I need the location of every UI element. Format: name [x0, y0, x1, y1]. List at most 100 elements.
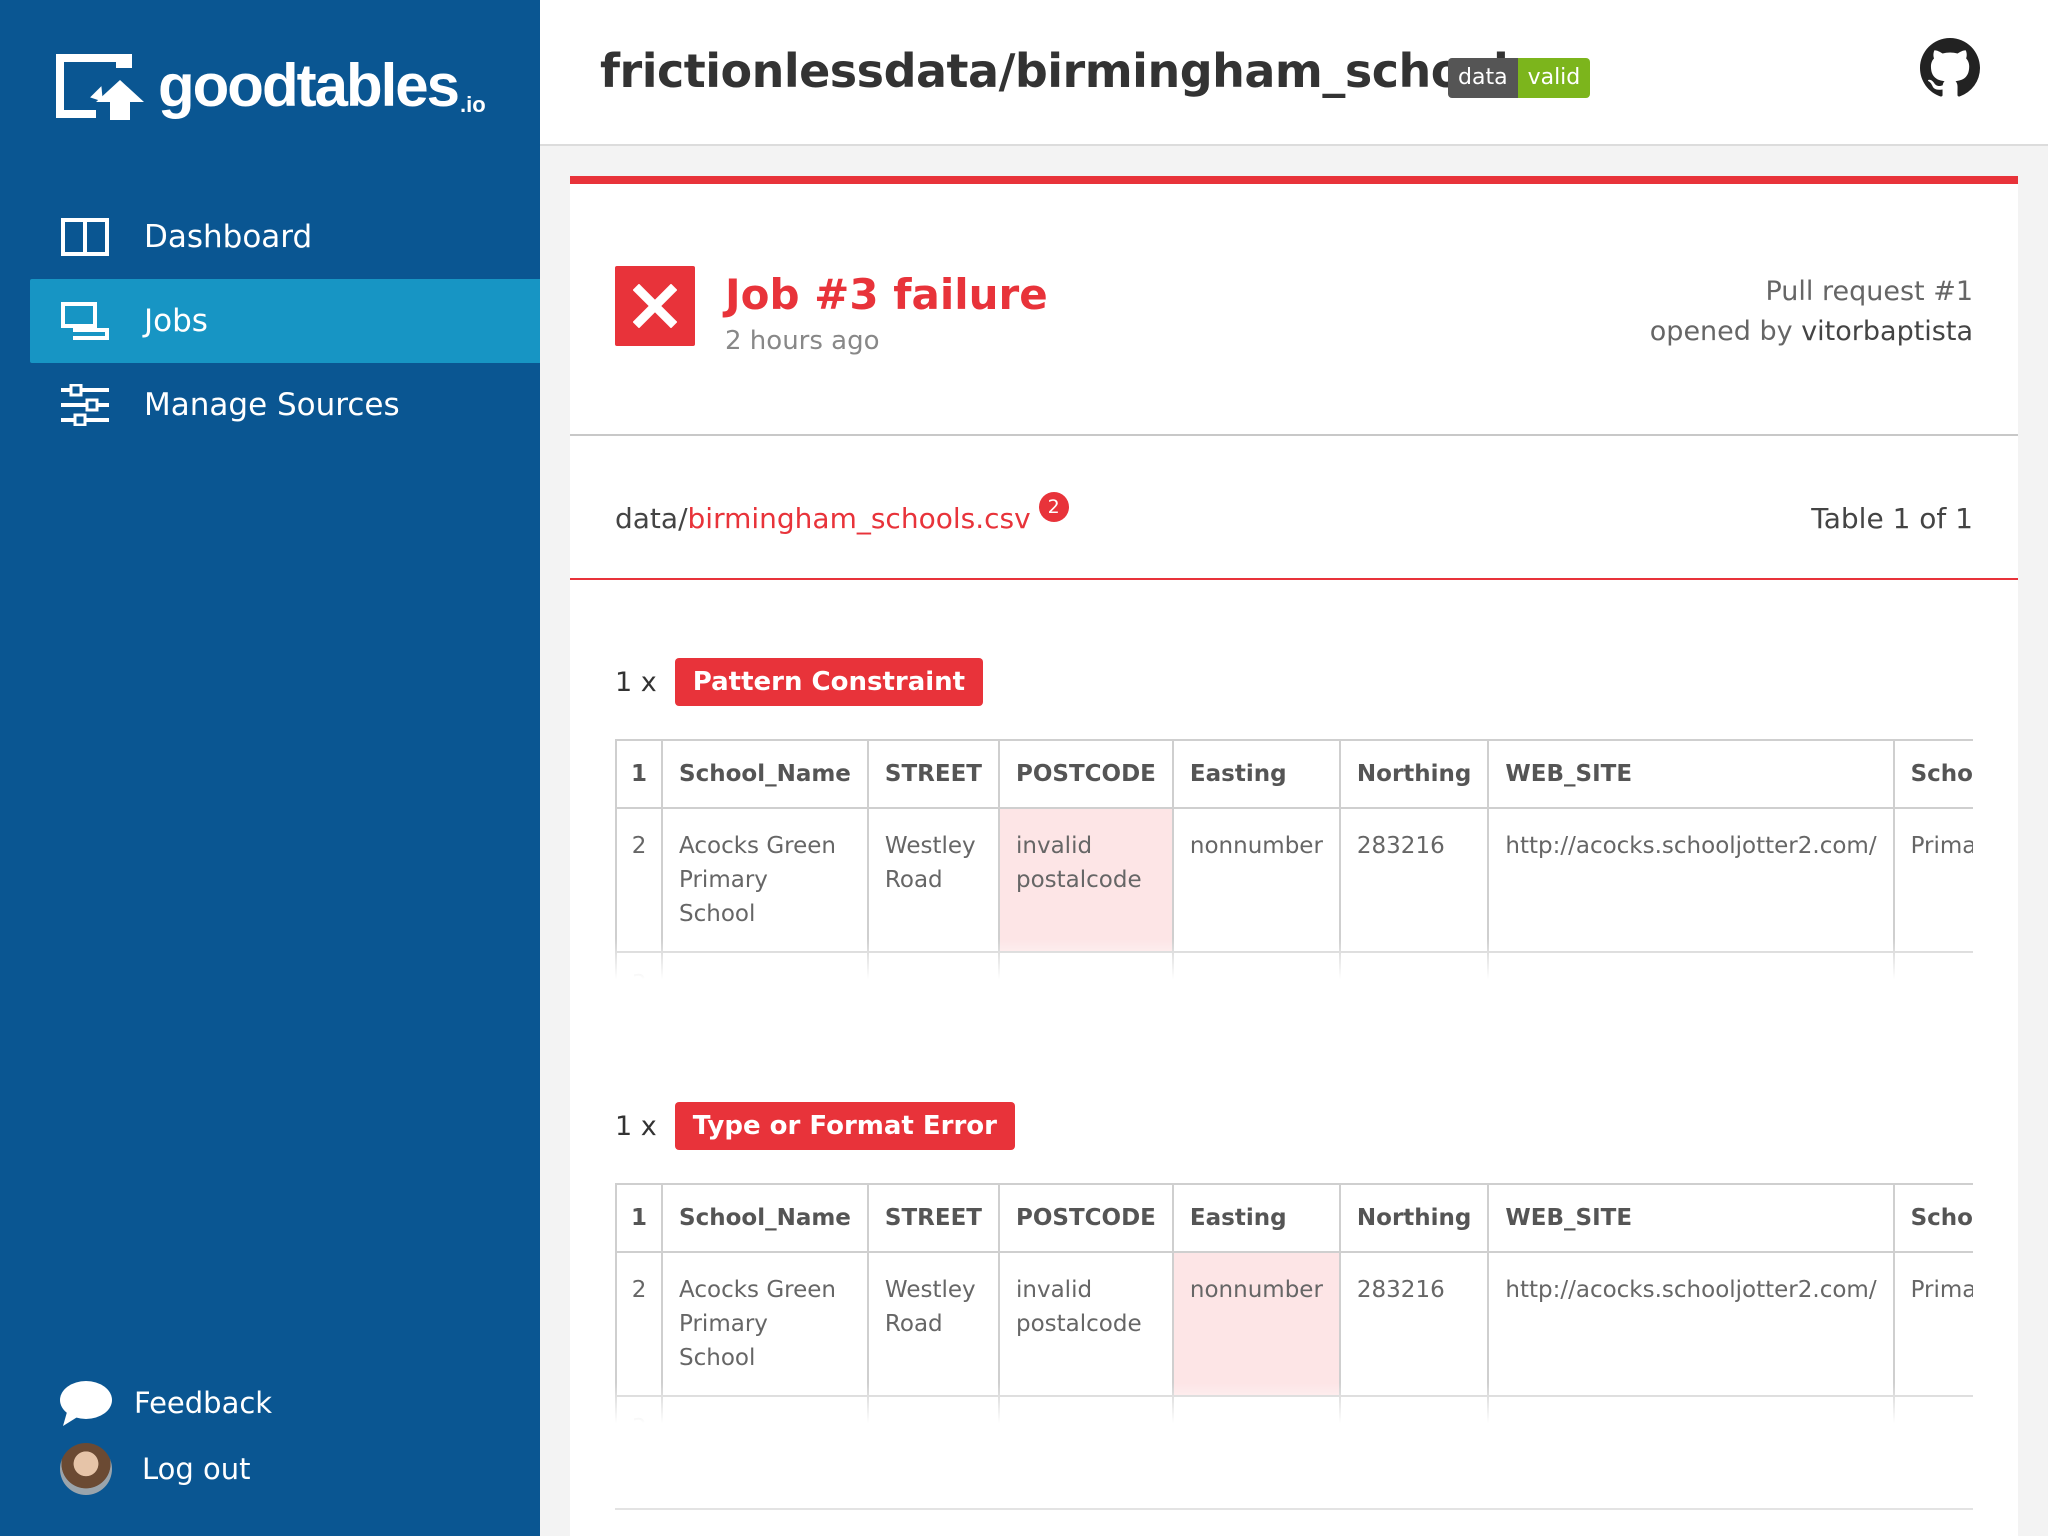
pull-request-link[interactable]: Pull request #1	[1765, 276, 1973, 307]
github-icon[interactable]	[1920, 38, 1980, 98]
table-cell: Westley Road	[866, 807, 1001, 953]
table-cell: Primary	[1892, 807, 1973, 953]
error-group-pattern-constraint: 1 x Pattern Constraint 1 School_Name STR…	[615, 657, 1973, 979]
job-time: 2 hours ago	[725, 326, 880, 356]
badge-left: data	[1448, 58, 1518, 98]
error-cell: nonnumber	[1171, 1251, 1341, 1397]
table-cell: 283216	[1338, 1251, 1490, 1397]
table-row: 2 Acocks Green Primary School Westley Ro…	[615, 1251, 1973, 1397]
failure-status	[615, 266, 695, 346]
feedback-label: Feedback	[134, 1386, 273, 1420]
table-cell	[998, 951, 1174, 979]
table-cell	[866, 1395, 1001, 1423]
divider	[570, 434, 2018, 436]
table-cell	[661, 1395, 869, 1423]
jobs-icon	[60, 301, 110, 341]
row-number: 3	[615, 951, 664, 979]
sidebar-item-label: Jobs	[144, 303, 208, 339]
table-row: 3	[615, 951, 1973, 979]
row-number-header: 1	[615, 1183, 664, 1253]
row-number: 3	[615, 1395, 664, 1423]
feedback-link[interactable]: Feedback	[58, 1370, 272, 1436]
table-cell: nonnumber	[1171, 807, 1341, 953]
divider	[615, 1508, 1973, 1510]
table-cell: Acocks Green Primary School	[661, 807, 869, 953]
table-cell	[1892, 951, 1973, 979]
divider	[570, 578, 2018, 580]
sidebar-item-jobs[interactable]: Jobs	[30, 279, 540, 363]
column-header: Northing	[1338, 1183, 1490, 1253]
sidebar-item-label: Dashboard	[144, 219, 313, 255]
sidebar-nav: Dashboard Jobs Manage Sources	[30, 195, 540, 447]
data-valid-badge[interactable]: data valid	[1448, 58, 1591, 98]
error-count-badge: 2	[1038, 491, 1069, 522]
job-card: Job #3 failure 2 hours ago Pull request …	[570, 176, 2018, 1536]
table-cell	[661, 951, 869, 979]
error-group-header: 1 x Type or Format Error	[615, 1101, 1973, 1151]
sidebar-item-dashboard[interactable]: Dashboard	[30, 195, 540, 279]
error-table: 1 School_Name STREET POSTCODE Easting No…	[615, 739, 1973, 979]
close-icon	[633, 284, 677, 328]
avatar	[60, 1443, 112, 1495]
error-table-wrapper[interactable]: 1 School_Name STREET POSTCODE Easting No…	[615, 739, 1973, 979]
table-cell	[1171, 951, 1341, 979]
sliders-icon	[60, 384, 110, 426]
logo-suffix: .io	[460, 92, 486, 117]
table-cell	[1171, 1395, 1341, 1423]
error-type-label[interactable]: Type or Format Error	[674, 1102, 1015, 1150]
error-type-label[interactable]: Pattern Constraint	[674, 658, 984, 706]
table-header-row: 1 School_Name STREET POSTCODE Easting No…	[615, 1183, 1973, 1253]
table-cell	[1487, 951, 1895, 979]
column-header: POSTCODE	[998, 739, 1174, 809]
user-avatar	[58, 1441, 114, 1497]
sidebar-item-manage-sources[interactable]: Manage Sources	[30, 363, 540, 447]
repo-title[interactable]: frictionlessdata/birmingham_schools	[600, 44, 1536, 98]
table-cell: http://acocks.schooljotter2.com/	[1487, 807, 1895, 953]
error-group-header: 1 x Pattern Constraint	[615, 657, 1973, 707]
file-name-link[interactable]: birmingham_schools.csv	[688, 502, 1031, 535]
column-header: Easting	[1171, 739, 1341, 809]
sidebar: goodtables .io Dashboard Jobs Manage Sou…	[0, 0, 540, 1536]
logout-link[interactable]: Log out	[58, 1436, 272, 1502]
error-table: 1 School_Name STREET POSTCODE Easting No…	[615, 1183, 1973, 1423]
logo-upload-icon	[56, 54, 144, 120]
opened-by-prefix: opened by	[1649, 316, 1802, 347]
table-cell	[998, 1395, 1174, 1423]
table-cell: Primary	[1892, 1251, 1973, 1397]
table-header-row: 1 School_Name STREET POSTCODE Easting No…	[615, 739, 1973, 809]
row-number: 2	[615, 1251, 664, 1397]
file-prefix: data/	[615, 502, 688, 535]
logout-label: Log out	[142, 1452, 251, 1486]
column-header: Northing	[1338, 739, 1490, 809]
column-header: POSTCODE	[998, 1183, 1174, 1253]
logo-text: goodtables	[158, 52, 460, 119]
table-cell: http://acocks.schooljotter2.com/	[1487, 1251, 1895, 1397]
column-header: School_Name	[661, 1183, 869, 1253]
column-header: School_Gr	[1892, 739, 1973, 809]
file-path: data/birmingham_schools.csv 2	[615, 491, 1069, 535]
column-header: Easting	[1171, 1183, 1341, 1253]
error-multiplier: 1 x	[615, 1110, 657, 1142]
column-header: STREET	[866, 739, 1001, 809]
badge-right: valid	[1517, 58, 1591, 98]
row-number: 2	[615, 807, 664, 953]
error-group-type-or-format: 1 x Type or Format Error 1 School_Name S…	[615, 1101, 1973, 1423]
job-title: Job #3 failure	[725, 270, 1048, 319]
table-cell	[1892, 1395, 1973, 1423]
column-header: WEB_SITE	[1487, 739, 1895, 809]
opened-by: opened by vitorbaptista	[1650, 316, 1973, 347]
opened-by-user[interactable]: vitorbaptista	[1801, 316, 1973, 347]
table-cell: Acocks Green Primary School	[661, 1251, 869, 1397]
table-cell	[866, 951, 1001, 979]
dashboard-icon	[60, 217, 110, 257]
row-number-header: 1	[615, 739, 664, 809]
table-position: Table 1 of 1	[1811, 502, 1973, 535]
table-cell: 283216	[1338, 807, 1490, 953]
error-multiplier: 1 x	[615, 666, 657, 698]
table-cell: Westley Road	[866, 1251, 1001, 1397]
chat-bubble-icon	[58, 1375, 114, 1431]
top-header: frictionlessdata/birmingham_schools data…	[540, 0, 2048, 146]
goodtables-logo[interactable]: goodtables .io	[52, 50, 486, 122]
table-row: 3	[615, 1395, 1973, 1423]
error-table-wrapper[interactable]: 1 School_Name STREET POSTCODE Easting No…	[615, 1183, 1973, 1423]
